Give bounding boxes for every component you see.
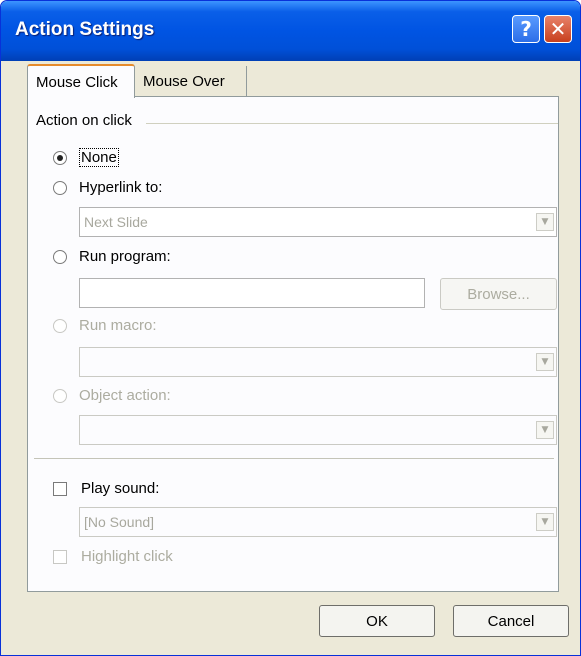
- tab-label: Mouse Click: [36, 73, 118, 91]
- chevron-down-icon[interactable]: ▼: [536, 421, 554, 439]
- radio-hyperlink-label: Hyperlink to:: [79, 179, 163, 196]
- radio-icon: [53, 318, 67, 333]
- close-icon: ✕: [549, 17, 567, 41]
- sound-dropdown[interactable]: [No Sound] ▼: [79, 507, 557, 537]
- chevron-down-icon[interactable]: ▼: [536, 213, 554, 231]
- radio-icon: [53, 249, 67, 264]
- ok-button[interactable]: OK: [319, 605, 435, 637]
- tab-mouse-click[interactable]: Mouse Click: [27, 64, 135, 98]
- radio-hyperlink[interactable]: Hyperlink to:: [53, 179, 162, 196]
- radio-run-macro-label: Run macro:: [79, 317, 157, 334]
- radio-run-program-label: Run program:: [79, 248, 171, 265]
- highlight-click-checkbox[interactable]: Highlight click: [53, 548, 173, 565]
- sound-value: [No Sound]: [84, 514, 155, 530]
- title-bar[interactable]: Action Settings ? ✕: [1, 1, 580, 61]
- tab-panel: Action on click None Hyperlink to: Next …: [27, 96, 559, 592]
- object-action-dropdown[interactable]: ▼: [79, 415, 557, 445]
- checkbox-icon: [53, 549, 67, 564]
- cancel-label: Cancel: [487, 612, 535, 630]
- help-icon: ?: [520, 17, 532, 41]
- hyperlink-dropdown[interactable]: Next Slide ▼: [79, 207, 557, 237]
- radio-run-program[interactable]: Run program:: [53, 248, 171, 265]
- browse-label: Browse...: [467, 285, 530, 303]
- radio-none-label: None: [79, 148, 119, 167]
- chevron-down-icon[interactable]: ▼: [536, 513, 554, 531]
- help-button[interactable]: ?: [512, 15, 540, 43]
- radio-object-action-label: Object action:: [79, 387, 171, 404]
- highlight-click-label: Highlight click: [81, 548, 173, 565]
- radio-icon: [53, 388, 67, 403]
- tab-label: Mouse Over: [143, 72, 225, 90]
- radio-object-action[interactable]: Object action:: [53, 387, 171, 404]
- cancel-button[interactable]: Cancel: [453, 605, 569, 637]
- chevron-down-icon[interactable]: ▼: [536, 353, 554, 371]
- ok-label: OK: [366, 612, 388, 630]
- browse-button[interactable]: Browse...: [440, 278, 557, 310]
- window-title: Action Settings: [15, 19, 155, 40]
- tab-mouse-over[interactable]: Mouse Over: [135, 66, 247, 96]
- checkbox-icon: [53, 481, 67, 496]
- hyperlink-value: Next Slide: [84, 214, 148, 230]
- section-divider: [34, 458, 554, 459]
- play-sound-checkbox[interactable]: Play sound:: [53, 480, 159, 497]
- action-settings-dialog: Action Settings ? ✕ Mouse Click Mouse Ov…: [0, 0, 581, 656]
- radio-icon: [53, 150, 67, 165]
- group-divider: [146, 123, 558, 124]
- play-sound-label: Play sound:: [81, 480, 160, 497]
- run-macro-dropdown[interactable]: ▼: [79, 347, 557, 377]
- close-button[interactable]: ✕: [544, 15, 572, 43]
- radio-run-macro[interactable]: Run macro:: [53, 317, 157, 334]
- radio-icon: [53, 180, 67, 195]
- radio-none[interactable]: None: [53, 148, 119, 167]
- group-title: Action on click: [36, 112, 132, 129]
- run-program-input[interactable]: [79, 278, 425, 308]
